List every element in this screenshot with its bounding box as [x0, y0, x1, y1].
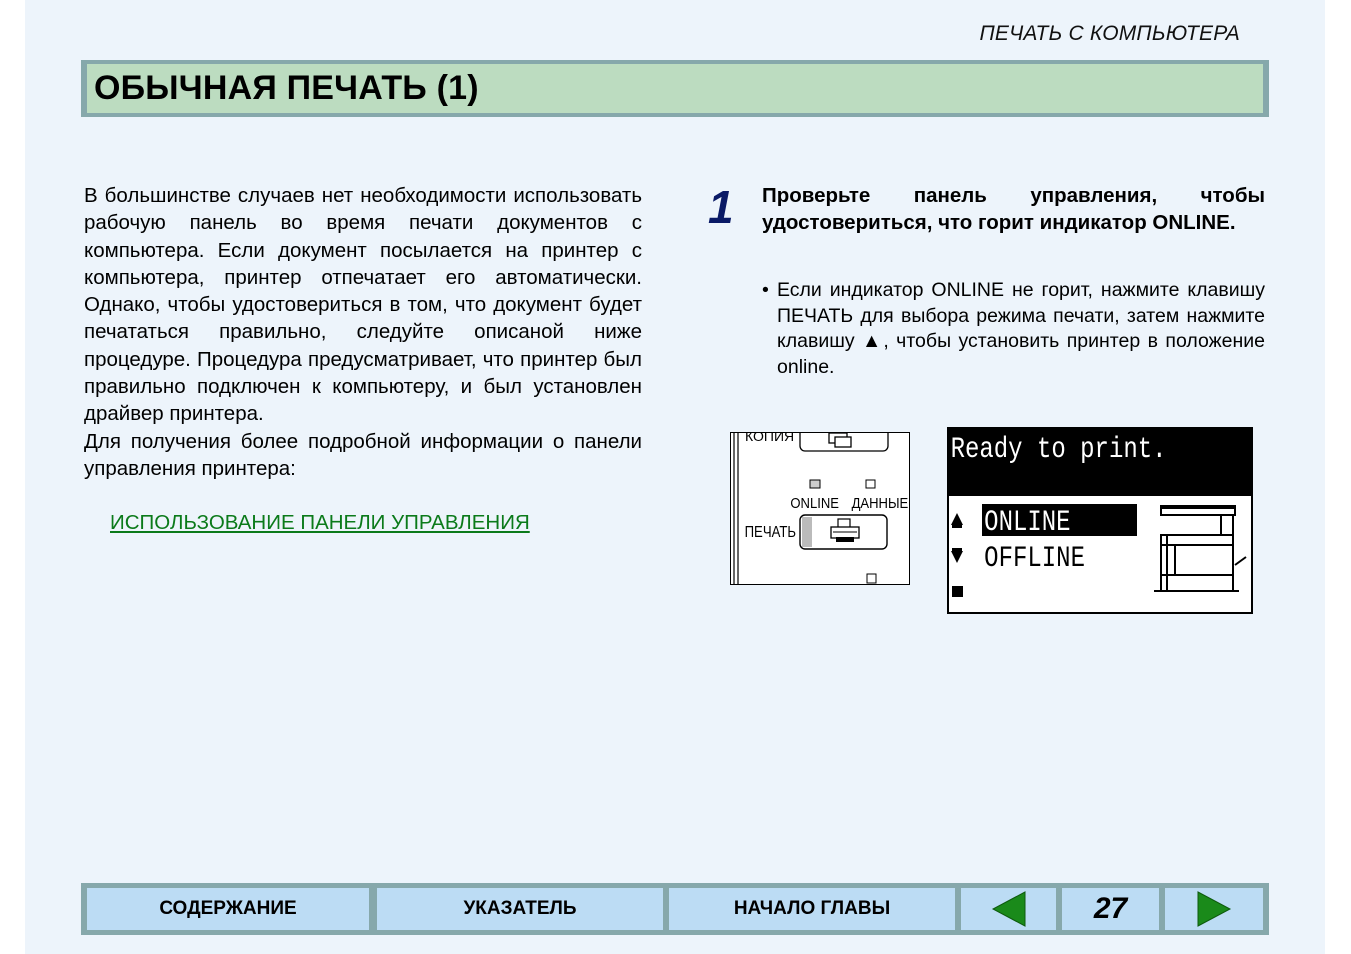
- panel-top-label: КОПИЯ: [745, 433, 794, 444]
- lcd-display-illustration: Ready to print. ONLINE OFFLINE: [947, 427, 1253, 614]
- online-indicator: [809, 479, 821, 489]
- page-title: ОБЫЧНАЯ ПЕЧАТЬ (1): [94, 69, 479, 107]
- left-arrow-icon: [991, 891, 1025, 927]
- bullet-dot: •: [762, 279, 769, 301]
- control-panel-drawing: КОПИЯ ONLINE ДАННЫЕ ПЕЧАТЬ: [733, 433, 909, 584]
- lcd-status-text: Ready to print.: [951, 433, 1167, 467]
- step-number: 1: [708, 181, 734, 233]
- step-bullet: • Если индикатор ONLINE не горит, нажмит…: [762, 278, 1265, 380]
- chapter-start-button[interactable]: НАЧАЛО ГЛАВЫ: [669, 888, 955, 930]
- lcd-up-arrow-icon: [951, 513, 963, 528]
- data-label: ДАННЫЕ: [852, 495, 909, 511]
- online-label: ONLINE: [790, 495, 839, 511]
- intro-text: В большинстве случаев нет необходимости …: [84, 182, 642, 482]
- running-head: ПЕЧАТЬ С КОМПЬЮТЕРА: [979, 22, 1240, 45]
- bottom-navigation: СОДЕРЖАНИЕ УКАЗАТЕЛЬ НАЧАЛО ГЛАВЫ 27: [81, 883, 1269, 935]
- right-arrow-icon: [1197, 891, 1232, 927]
- bullet-text: Если индикатор ONLINE не горит, нажмите …: [777, 279, 1265, 378]
- lcd-enter-icon: [952, 586, 963, 597]
- lcd-drawing: Ready to print. ONLINE OFFLINE: [949, 429, 1251, 597]
- intro-paragraph-2: Для получения более подробной информации…: [84, 429, 642, 480]
- data-indicator: [865, 479, 876, 489]
- previous-page-button[interactable]: [961, 888, 1056, 930]
- title-inner: ОБЫЧНАЯ ПЕЧАТЬ (1): [87, 64, 1263, 113]
- lcd-option-offline: OFFLINE: [984, 542, 1085, 576]
- page: ПЕЧАТЬ С КОМПЬЮТЕРА ОБЫЧНАЯ ПЕЧАТЬ (1) В…: [25, 0, 1325, 954]
- intro-paragraph-1: В большинстве случаев нет необходимости …: [84, 184, 642, 426]
- next-page-button[interactable]: [1165, 888, 1263, 930]
- control-panel-link[interactable]: ИСПОЛЬЗОВАНИЕ ПАНЕЛИ УПРАВЛЕНИЯ: [110, 511, 530, 535]
- step-heading: Проверьте панель управления, чтобы удост…: [762, 184, 1265, 234]
- page-number: 27: [1093, 892, 1128, 925]
- lcd-down-arrow-icon: [951, 548, 963, 563]
- contents-button[interactable]: СОДЕРЖАНИЕ: [87, 888, 369, 930]
- lcd-option-online: ONLINE: [984, 506, 1070, 540]
- control-panel-illustration: КОПИЯ ONLINE ДАННЫЕ ПЕЧАТЬ: [730, 432, 910, 585]
- print-key-shade: [802, 517, 812, 547]
- index-button[interactable]: УКАЗАТЕЛЬ: [377, 888, 663, 930]
- title-bar: ОБЫЧНАЯ ПЕЧАТЬ (1): [81, 60, 1269, 117]
- print-label: ПЕЧАТЬ: [745, 524, 796, 541]
- lcd-printer-icon: [1154, 505, 1247, 592]
- page-number-box: 27: [1062, 888, 1159, 930]
- panel-small-indicator: [866, 573, 877, 584]
